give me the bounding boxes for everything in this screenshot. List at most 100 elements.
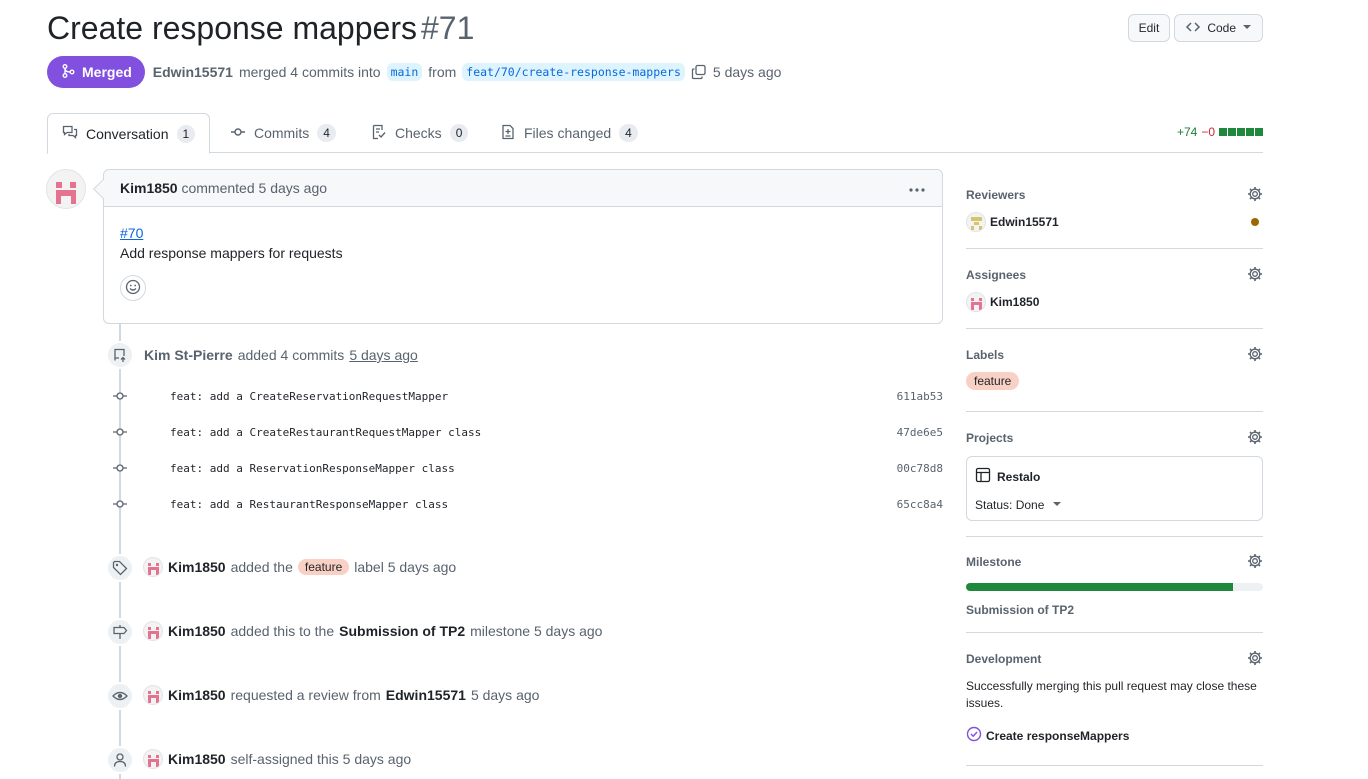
edit-button-label: Edit [1138, 21, 1160, 35]
comment-body: #70 Add response mappers for requests [104, 207, 942, 301]
comment-author[interactable]: Kim1850 [120, 180, 178, 196]
commits-event-time[interactable]: 5 days ago [349, 347, 418, 363]
copy-icon[interactable] [691, 64, 707, 80]
edit-button[interactable]: Edit [1127, 14, 1171, 42]
event-avatar[interactable] [143, 621, 163, 641]
milestone-title[interactable]: Milestone [966, 555, 1021, 569]
commit-row: feat: add a RestaurantResponseMapper cla… [110, 494, 943, 514]
commit-sha[interactable]: 65cc8a4 [897, 498, 943, 511]
reviewer-link[interactable]: Edwin15571 [386, 687, 466, 703]
commit-message[interactable]: feat: add a RestaurantResponseMapper cla… [170, 498, 448, 511]
review-event-pre: requested a review from [230, 687, 381, 703]
event-avatar[interactable] [143, 557, 163, 577]
sidebar-feature-label[interactable]: feature [966, 372, 1020, 390]
git-commit-icon [110, 496, 130, 512]
tab-commits-label: Commits [254, 125, 310, 141]
commit-row: feat: add a CreateReservationRequestMapp… [110, 386, 943, 406]
add-reaction-button[interactable] [120, 275, 146, 301]
git-commit-icon [230, 124, 246, 143]
tab-files-changed[interactable]: Files changed 4 [486, 113, 652, 153]
review-event: Kim1850 requested a review from Edwin155… [143, 685, 539, 705]
event-user[interactable]: Kim1850 [168, 687, 226, 703]
tag-icon [106, 554, 134, 582]
gear-icon[interactable] [1247, 429, 1263, 448]
development-text: Successfully merging this pull request m… [966, 679, 1257, 710]
base-branch[interactable]: main [386, 63, 423, 81]
event-avatar[interactable] [143, 685, 163, 705]
commit-row: feat: add a CreateRestaurantRequestMappe… [110, 422, 943, 442]
milestone-progress-bar [966, 583, 1263, 591]
assign-event-text: self-assigned this 5 days ago [230, 751, 412, 767]
gear-icon[interactable] [1247, 346, 1263, 365]
merge-action-text: merged 4 commits into [238, 64, 381, 80]
project-card: Restalo Status: Done [966, 456, 1263, 521]
event-user[interactable]: Kim1850 [168, 751, 226, 767]
projects-title[interactable]: Projects [966, 431, 1013, 445]
diffstat-deletions: −0 [1201, 125, 1215, 139]
tab-files-changed-count: 4 [619, 124, 638, 142]
assignees-title[interactable]: Assignees [966, 268, 1026, 282]
commit-sha[interactable]: 00c78d8 [897, 462, 943, 475]
labels-title[interactable]: Labels [966, 348, 1004, 362]
tab-commits[interactable]: Commits 4 [216, 113, 350, 153]
file-diff-icon [500, 124, 516, 143]
label-event-pre: added the [230, 559, 293, 575]
milestone-name[interactable]: Submission of TP2 [966, 603, 1263, 617]
commit-sha[interactable]: 611ab53 [897, 390, 943, 403]
sidebar-reviewers: Reviewers Edwin15571 [966, 186, 1263, 249]
event-avatar[interactable] [143, 749, 163, 769]
commit-message[interactable]: feat: add a CreateRestaurantRequestMappe… [170, 426, 481, 439]
reviewer-name[interactable]: Edwin15571 [990, 215, 1059, 229]
gear-icon[interactable] [1247, 650, 1263, 669]
commit-sha[interactable]: 47de6e5 [897, 426, 943, 439]
assignee-avatar[interactable] [966, 292, 986, 312]
eye-icon [106, 682, 134, 710]
assignee-name[interactable]: Kim1850 [990, 295, 1039, 309]
from-text: from [428, 64, 457, 80]
gear-icon[interactable] [1247, 186, 1263, 205]
milestone-event: Kim1850 added this to the Submission of … [143, 621, 602, 641]
head-branch[interactable]: feat/70/create-response-mappers [462, 63, 685, 81]
feature-label[interactable]: feature [297, 559, 350, 575]
sidebar-development: Development Successfully merging this pu… [966, 650, 1263, 766]
tab-files-changed-label: Files changed [524, 125, 612, 141]
commits-event-author[interactable]: Kim St-Pierre [144, 347, 233, 363]
gear-icon[interactable] [1247, 553, 1263, 572]
commit-message[interactable]: feat: add a ReservationResponseMapper cl… [170, 462, 455, 475]
triangle-down-icon [1242, 21, 1252, 35]
diffstat-blocks [1219, 128, 1263, 136]
code-button[interactable]: Code [1174, 14, 1263, 42]
comment-author-avatar[interactable] [46, 169, 86, 209]
project-status-dropdown[interactable]: Status: Done [975, 498, 1254, 512]
development-title[interactable]: Development [966, 652, 1041, 666]
reviewer-avatar[interactable] [966, 212, 986, 232]
git-commit-icon [110, 460, 130, 476]
gear-icon[interactable] [1247, 266, 1263, 285]
git-commit-icon [110, 424, 130, 440]
milestone-link[interactable]: Submission of TP2 [339, 623, 465, 639]
header-actions: Edit Code [1127, 14, 1263, 42]
comment-action: commented 5 days ago [181, 180, 328, 196]
checklist-icon [371, 124, 387, 143]
commit-message[interactable]: feat: add a CreateReservationRequestMapp… [170, 390, 448, 403]
merge-author-link[interactable]: Edwin15571 [153, 64, 233, 80]
issue-closed-icon [966, 726, 982, 745]
project-name[interactable]: Restalo [997, 470, 1040, 484]
tab-checks[interactable]: Checks 0 [357, 113, 482, 153]
pr-meta: Merged Edwin15571 merged 4 commits into … [47, 56, 781, 88]
tab-conversation-label: Conversation [86, 125, 169, 142]
tab-checks-label: Checks [395, 125, 442, 141]
milestone-event-pre: added this to the [230, 623, 335, 639]
code-button-label: Code [1207, 21, 1236, 35]
linked-issue-title: Create responseMappers [986, 728, 1130, 743]
reviewers-title[interactable]: Reviewers [966, 188, 1025, 202]
commit-row: feat: add a ReservationResponseMapper cl… [110, 458, 943, 478]
merged-state-label: Merged [82, 64, 132, 80]
event-user[interactable]: Kim1850 [168, 559, 226, 575]
event-user[interactable]: Kim1850 [168, 623, 226, 639]
git-merge-icon [60, 63, 76, 82]
tab-conversation[interactable]: Conversation 1 [47, 113, 211, 154]
issue-link[interactable]: #70 [120, 225, 143, 241]
kebab-horizontal-icon[interactable] [908, 180, 926, 196]
linked-issue[interactable]: Create responseMappers [966, 726, 1263, 745]
